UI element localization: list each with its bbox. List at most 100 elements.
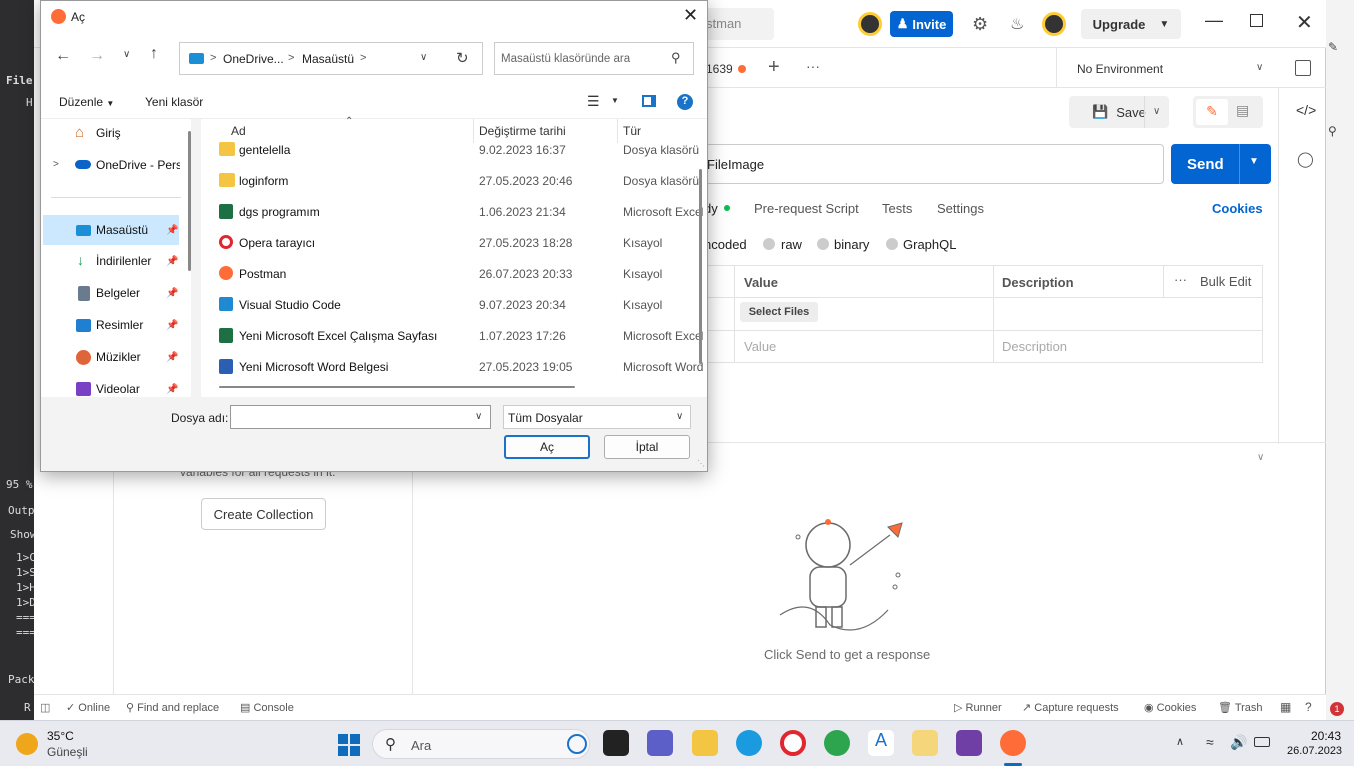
avatar[interactable]: [858, 12, 882, 36]
file-row[interactable]: dgs programım 1.06.2023 21:34 Microsoft …: [217, 196, 707, 227]
open-button[interactable]: Aç: [504, 435, 590, 459]
code-icon[interactable]: </>: [1296, 102, 1316, 118]
file-row[interactable]: loginform 27.05.2023 20:46 Dosya klasörü: [217, 165, 707, 196]
task-view-icon[interactable]: [603, 730, 629, 756]
file-list-horizontal-scrollbar[interactable]: [219, 386, 575, 388]
nav-scrollbar[interactable]: [188, 131, 191, 271]
environment-quick-look-icon[interactable]: [1295, 60, 1311, 76]
profile-avatar[interactable]: [1042, 12, 1066, 36]
organize-button[interactable]: Düzenle ▼: [59, 95, 114, 109]
taskbar-search[interactable]: ⚲ Ara: [372, 729, 590, 759]
maximize-button[interactable]: [1250, 14, 1263, 27]
file-row[interactable]: Postman 26.07.2023 20:33 Kısayol: [217, 258, 707, 289]
value-input[interactable]: Value: [744, 339, 776, 354]
online-status[interactable]: ✓ Online: [66, 701, 110, 714]
close-icon[interactable]: ✕: [683, 5, 698, 26]
sidebar-toggle-icon[interactable]: ◫: [40, 701, 50, 714]
bell-icon[interactable]: ♨: [1010, 14, 1024, 34]
clock-time[interactable]: 20:43: [1311, 729, 1341, 743]
chevron-down-icon[interactable]: ∨: [475, 411, 482, 422]
more-tabs-icon[interactable]: ···: [806, 58, 820, 74]
store-icon[interactable]: A: [868, 730, 894, 756]
capture-requests-button[interactable]: ↗ Capture requests: [1022, 701, 1119, 714]
battery-icon[interactable]: [1254, 737, 1270, 747]
save-dropdown[interactable]: ∨: [1144, 96, 1169, 128]
view-options-icon[interactable]: ☰: [587, 93, 600, 110]
search-input[interactable]: Masaüstü klasöründe ara ⚲: [494, 42, 694, 75]
request-tab[interactable]: 1639: [706, 62, 733, 76]
chrome-icon[interactable]: [824, 730, 850, 756]
select-files-button[interactable]: Select Files: [740, 302, 818, 322]
invite-button[interactable]: ♟ Invite: [890, 11, 953, 37]
file-type-filter[interactable]: Tüm Dosyalar ∨: [503, 405, 691, 429]
chevron-right-icon[interactable]: >: [53, 159, 59, 170]
tab-tests[interactable]: Tests: [882, 201, 912, 216]
nav-item-desktop[interactable]: Masaüstü 📌: [43, 215, 179, 245]
opera-icon[interactable]: [780, 730, 806, 756]
chevron-down-icon[interactable]: ∨: [1257, 452, 1264, 463]
postman-search-tab[interactable]: stman: [700, 8, 774, 40]
teams-chat-icon[interactable]: [647, 730, 673, 756]
edge-icon[interactable]: [736, 730, 762, 756]
gear-icon[interactable]: ⚙: [972, 14, 988, 35]
close-window-button[interactable]: ✕: [1296, 10, 1313, 35]
file-row[interactable]: Opera tarayıcı 27.05.2023 18:28 Kısayol: [217, 227, 707, 258]
url-input[interactable]: FileImage: [700, 144, 1164, 184]
new-tab-button[interactable]: +: [768, 56, 780, 79]
clock-date[interactable]: 26.07.2023: [1287, 745, 1342, 757]
chevron-up-icon[interactable]: ∧: [1176, 735, 1184, 748]
lightbulb-icon[interactable]: ◯: [1297, 150, 1314, 168]
trash-button[interactable]: 🗑 Trash: [1218, 701, 1263, 714]
tab-prerequest-script[interactable]: Pre-request Script: [754, 201, 859, 216]
new-folder-button[interactable]: Yeni klasör: [145, 95, 203, 109]
file-row[interactable]: Visual Studio Code 9.07.2023 20:34 Kısay…: [217, 289, 707, 320]
bulk-edit-link[interactable]: Bulk Edit: [1200, 274, 1251, 289]
comment-icon[interactable]: ▤: [1236, 102, 1249, 119]
forward-arrow-icon[interactable]: →: [89, 47, 105, 65]
environment-selector[interactable]: No Environment: [1077, 62, 1163, 76]
create-collection-button[interactable]: Create Collection: [201, 498, 326, 530]
vs-file-menu[interactable]: File: [6, 74, 33, 87]
binary-radio[interactable]: [817, 238, 829, 250]
sun-icon[interactable]: [16, 733, 38, 755]
resize-grip-icon[interactable]: ⋱: [697, 459, 705, 468]
graphql-radio[interactable]: [886, 238, 898, 250]
cancel-button[interactable]: İptal: [604, 435, 690, 459]
pencil-icon[interactable]: ✎: [1196, 99, 1228, 125]
layout-icon[interactable]: ▦: [1280, 700, 1291, 714]
minimize-button[interactable]: —: [1205, 10, 1223, 31]
nav-item-documents[interactable]: Belgeler 📌: [41, 279, 181, 307]
chevron-down-icon[interactable]: ∨: [420, 52, 427, 63]
runner-button[interactable]: ▷ Runner: [954, 701, 1002, 714]
cookies-link[interactable]: Cookies: [1212, 201, 1263, 216]
volume-icon[interactable]: 🔊: [1230, 734, 1247, 751]
chevron-down-icon[interactable]: ∨: [123, 49, 130, 60]
refresh-icon[interactable]: ↻: [456, 49, 469, 67]
caret-down-icon[interactable]: ▼: [611, 96, 619, 105]
file-list-vertical-scrollbar[interactable]: [699, 169, 702, 364]
urlencoded-option[interactable]: ncoded: [704, 237, 747, 252]
preview-pane-icon[interactable]: [642, 95, 656, 107]
raw-radio[interactable]: [763, 238, 775, 250]
file-row[interactable]: gentelella 9.02.2023 16:37 Dosya klasörü: [217, 134, 707, 165]
address-bar[interactable]: > OneDrive... > Masaüstü > ∨ ↻: [179, 42, 483, 75]
more-icon[interactable]: ···: [1174, 272, 1187, 287]
wifi-icon[interactable]: ≈: [1206, 734, 1214, 750]
nav-item-home[interactable]: ⌂ Giriş: [41, 119, 181, 147]
console-button[interactable]: ▤ Console: [240, 701, 294, 714]
help-icon[interactable]: ?: [1305, 700, 1312, 714]
nav-item-downloads[interactable]: ↓ İndirilenler 📌: [41, 247, 181, 275]
postman-icon[interactable]: [1000, 730, 1026, 756]
send-button[interactable]: Send ▼: [1171, 144, 1271, 184]
chevron-down-icon[interactable]: ∨: [1256, 62, 1263, 73]
help-icon[interactable]: ?: [677, 94, 693, 110]
weather-condition[interactable]: Güneşli: [47, 745, 88, 759]
nav-item-onedrive[interactable]: > OneDrive - Perso: [41, 151, 181, 179]
breadcrumb-onedrive[interactable]: OneDrive...: [223, 52, 284, 66]
file-row[interactable]: Yeni Microsoft Excel Çalışma Sayfası 1.0…: [217, 320, 707, 351]
app-icon[interactable]: [912, 730, 938, 756]
cookies-button[interactable]: ◉ Cookies: [1144, 701, 1196, 714]
windows-start-icon[interactable]: [338, 734, 360, 756]
vs-zoom[interactable]: 95 %: [6, 478, 33, 491]
breadcrumb-desktop[interactable]: Masaüstü: [302, 52, 354, 66]
